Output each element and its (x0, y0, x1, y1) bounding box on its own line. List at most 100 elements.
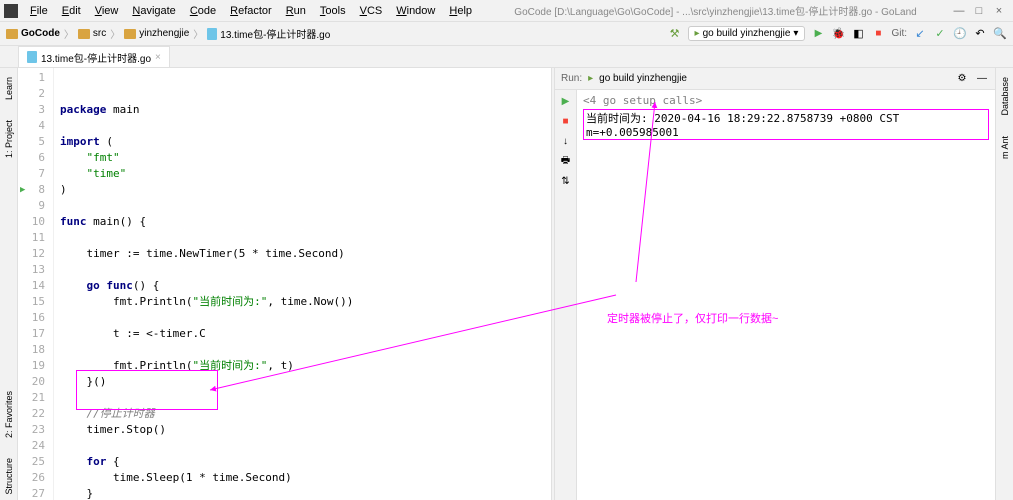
menu-vcs[interactable]: VCS (354, 3, 389, 19)
filter-button[interactable]: ⇅ (559, 174, 573, 188)
menu-file[interactable]: File (24, 3, 54, 19)
coverage-button[interactable]: ◧ (851, 27, 865, 41)
chevron-right-icon: 〉 (110, 26, 120, 41)
annotation-box (76, 370, 218, 410)
breadcrumb-file[interactable]: 13.time包-停止计时器.go (207, 26, 330, 41)
code-line (60, 342, 551, 358)
vcs-history-icon[interactable]: 🕘 (953, 27, 967, 41)
settings-icon[interactable]: ⚙ (955, 72, 969, 86)
code-line (60, 198, 551, 214)
code-line: timer.Stop() (60, 422, 551, 438)
tab-label: 13.time包-停止计时器.go (41, 50, 151, 65)
menu-navigate[interactable]: Navigate (126, 3, 181, 19)
menu-window[interactable]: Window (390, 3, 441, 19)
titlebar: FileEditViewNavigateCodeRefactorRunTools… (0, 0, 1013, 22)
run-config-icon: ▸ (588, 73, 593, 84)
stop-button[interactable]: ■ (871, 27, 885, 41)
tool-tab-database[interactable]: Database (998, 72, 1012, 121)
vcs-update-icon[interactable]: ↙ (913, 27, 927, 41)
tool-tab-structure[interactable]: Structure (2, 453, 16, 500)
code-line: for { (60, 454, 551, 470)
rerun-button[interactable]: ▶ (559, 94, 573, 108)
code-line (60, 262, 551, 278)
app-icon (4, 4, 18, 18)
folder-icon (78, 29, 90, 39)
debug-button[interactable]: 🐞 (831, 27, 845, 41)
tool-tab-project[interactable]: 1: Project (2, 115, 16, 163)
print-button[interactable]: 🖶 (559, 154, 573, 168)
code-line: import ( (60, 134, 551, 150)
stop-run-button[interactable]: ■ (559, 114, 573, 128)
run-gutter-icon[interactable]: ▶ (20, 182, 25, 198)
menu-refactor[interactable]: Refactor (224, 3, 278, 19)
toolbar: GoCode 〉 src 〉 yinzhengjie 〉 13.time包-停止… (0, 22, 1013, 46)
run-header: Run: ▸ go build yinzhengjie ⚙ — (555, 68, 995, 90)
editor-tab[interactable]: 13.time包-停止计时器.go × (18, 46, 170, 67)
go-file-icon (27, 51, 37, 63)
code-line: ) (60, 182, 551, 198)
run-console[interactable]: <4 go setup calls> 当前时间为: 2020-04-16 18:… (577, 90, 995, 500)
code-line: package main (60, 102, 551, 118)
build-icon[interactable]: ⚒ (668, 27, 682, 41)
menu-tools[interactable]: Tools (314, 3, 352, 19)
vcs-revert-icon[interactable]: ↶ (973, 27, 987, 41)
tool-tab-ant[interactable]: m Ant (998, 131, 1012, 164)
code-area[interactable]: package main import ( "fmt" "time") func… (54, 68, 551, 500)
main-area: Learn 1: Project 2: Favorites Structure … (0, 68, 1013, 500)
code-line (60, 118, 551, 134)
hide-panel-icon[interactable]: — (975, 72, 989, 86)
code-line (60, 438, 551, 454)
vcs-commit-icon[interactable]: ✓ (933, 27, 947, 41)
menu-run[interactable]: Run (280, 3, 312, 19)
menu-edit[interactable]: Edit (56, 3, 87, 19)
line-numbers: 12345678▶9101112131415161718192021222324… (18, 68, 54, 500)
menu-code[interactable]: Code (184, 3, 222, 19)
run-config-name: go build yinzhengjie (599, 73, 687, 84)
right-tool-stripe: Database m Ant (995, 68, 1013, 500)
code-line: t := <-timer.C (60, 326, 551, 342)
chevron-down-icon: ▾ (793, 28, 798, 39)
code-line: time.Sleep(1 * time.Second) (60, 470, 551, 486)
code-line (60, 310, 551, 326)
menu-view[interactable]: View (89, 3, 125, 19)
breadcrumb-root[interactable]: GoCode (6, 28, 60, 39)
close-button[interactable]: × (993, 5, 1005, 17)
git-label: Git: (891, 28, 907, 39)
search-icon[interactable]: 🔍 (993, 27, 1007, 41)
code-line (60, 230, 551, 246)
maximize-button[interactable]: □ (973, 5, 985, 17)
tool-tab-learn[interactable]: Learn (2, 72, 16, 105)
left-tool-stripe: Learn 1: Project 2: Favorites Structure (0, 68, 18, 500)
console-setup-line: <4 go setup calls> (583, 94, 989, 107)
menubar: FileEditViewNavigateCodeRefactorRunTools… (24, 3, 478, 19)
window-title: GoCode [D:\Language\Go\GoCode] - ...\src… (478, 3, 953, 18)
code-line: "fmt" (60, 150, 551, 166)
code-line: fmt.Println("当前时间为:", time.Now()) (60, 294, 551, 310)
tool-tab-favorites[interactable]: 2: Favorites (2, 386, 16, 443)
run-config-selector[interactable]: ▸ go build yinzhengjie ▾ (688, 26, 806, 41)
go-file-icon (207, 28, 217, 40)
tab-close-icon[interactable]: × (155, 52, 161, 63)
breadcrumb-src[interactable]: src (78, 28, 106, 39)
editor-pane[interactable]: 12345678▶9101112131415161718192021222324… (18, 68, 551, 500)
code-line: timer := time.NewTimer(5 * time.Second) (60, 246, 551, 262)
run-button[interactable]: ▶ (811, 27, 825, 41)
breadcrumb-pkg[interactable]: yinzhengjie (124, 28, 189, 39)
code-line: } (60, 486, 551, 500)
minimize-button[interactable]: — (953, 5, 965, 17)
code-line: go func() { (60, 278, 551, 294)
run-pane: Run: ▸ go build yinzhengjie ⚙ — ▶ ■ ↓ 🖶 … (555, 68, 995, 500)
run-title: Run: (561, 73, 582, 84)
folder-icon (6, 29, 18, 39)
annotation-text: 定时器被停止了，仅打印一行数据~ (607, 310, 778, 326)
chevron-right-icon: 〉 (64, 26, 74, 41)
code-line: func main() { (60, 214, 551, 230)
folder-icon (124, 29, 136, 39)
console-output-line: 当前时间为: 2020-04-16 18:29:22.8758739 +0800… (583, 109, 989, 140)
menu-help[interactable]: Help (443, 3, 478, 19)
code-line: "time" (60, 166, 551, 182)
editor-tabs: 13.time包-停止计时器.go × (0, 46, 1013, 68)
run-config-icon: ▸ (695, 28, 700, 39)
down-button[interactable]: ↓ (559, 134, 573, 148)
run-side-toolbar: ▶ ■ ↓ 🖶 ⇅ (555, 90, 577, 500)
